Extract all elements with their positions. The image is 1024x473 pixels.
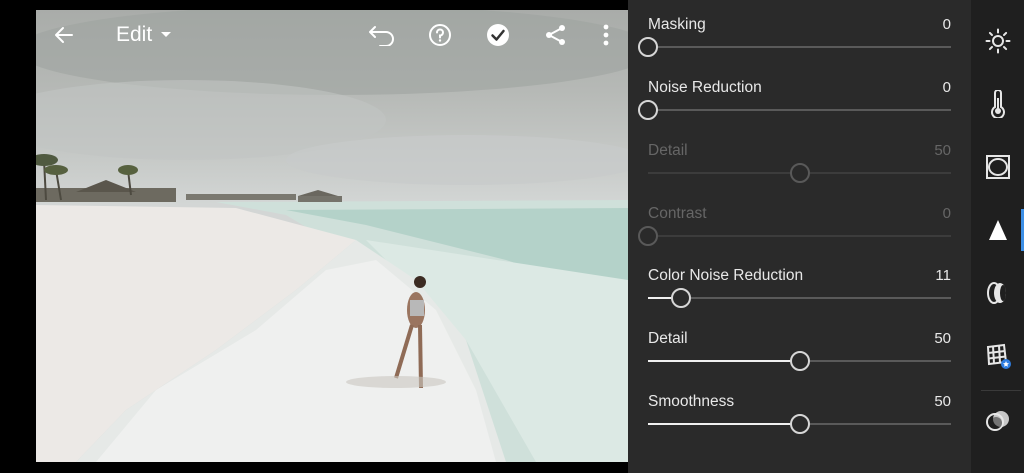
slider-track[interactable] (648, 235, 951, 237)
slider-track[interactable] (648, 297, 951, 299)
slider-row-luminance-detail: Detail 50 (648, 137, 951, 197)
slider-row-masking: Masking 0 (638, 11, 951, 71)
slider-fill (648, 360, 800, 362)
slider-label: Detail (648, 330, 688, 347)
done-button[interactable] (483, 20, 513, 50)
slider-row-noise-reduction: Noise Reduction 0 (638, 74, 951, 134)
slider-value: 11 (935, 267, 951, 284)
slider-knob[interactable] (638, 37, 658, 57)
color-icon (990, 90, 1005, 118)
chevron-down-icon (161, 32, 172, 37)
slider-row-color-detail: Detail 50 (648, 325, 951, 385)
slider-knob[interactable] (790, 163, 810, 183)
slider-row-smoothness: Smoothness 50 (648, 388, 951, 448)
slider-knob[interactable] (671, 288, 691, 308)
photo-canvas[interactable] (36, 10, 628, 462)
effects-icon (985, 155, 1010, 179)
help-icon (429, 24, 451, 46)
undo-button[interactable] (367, 20, 397, 50)
more-icon (603, 24, 609, 46)
detail-panel: Masking 0 Noise Reduction 0 Detail 50 Co… (628, 0, 971, 473)
slider-value: 50 (934, 142, 951, 159)
help-button[interactable] (425, 20, 455, 50)
slider-knob[interactable] (638, 100, 658, 120)
slider-value: 0 (942, 205, 951, 222)
more-options-button[interactable] (591, 20, 621, 50)
slider-label: Color Noise Reduction (648, 267, 804, 284)
slider-knob[interactable] (790, 351, 810, 371)
share-icon (546, 25, 565, 45)
top-toolbar: Edit (36, 10, 628, 60)
rail-optics-button[interactable] (971, 271, 1024, 315)
edit-tools-rail (971, 0, 1024, 473)
slider-value: 50 (934, 330, 951, 347)
checkmark-icon (487, 24, 509, 46)
rail-detail-button[interactable] (971, 208, 1024, 252)
rail-effects-button[interactable] (971, 145, 1024, 189)
slider-knob[interactable] (638, 226, 658, 246)
edit-mode-label: Edit (116, 23, 153, 46)
undo-icon (369, 26, 394, 46)
slider-fill (648, 423, 800, 425)
rail-light-button[interactable] (971, 19, 1024, 63)
geometry-icon (986, 343, 1011, 369)
rail-geometry-button[interactable] (971, 334, 1024, 378)
slider-label: Smoothness (648, 393, 735, 410)
detail-icon (988, 220, 1007, 240)
rail-divider (981, 390, 1021, 391)
back-arrow-icon (55, 27, 73, 43)
edit-mode-dropdown[interactable]: Edit (116, 22, 172, 48)
slider-value: 50 (934, 393, 951, 410)
slider-label: Noise Reduction (648, 79, 762, 96)
slider-label: Masking (648, 16, 706, 33)
optics-icon (986, 282, 1006, 304)
back-button[interactable] (49, 20, 79, 50)
slider-label: Contrast (648, 205, 707, 222)
slider-label: Detail (648, 142, 688, 159)
slider-track[interactable] (648, 46, 951, 48)
presets-icon (985, 411, 1009, 431)
slider-track[interactable] (648, 109, 951, 111)
slider-knob[interactable] (790, 414, 810, 434)
rail-color-button[interactable] (971, 82, 1024, 126)
share-button[interactable] (541, 20, 571, 50)
rail-presets-button[interactable] (971, 399, 1024, 443)
slider-value: 0 (942, 79, 951, 96)
slider-row-contrast: Contrast 0 (638, 200, 951, 260)
slider-value: 0 (942, 16, 951, 33)
beach-photo (36, 10, 628, 462)
light-icon (985, 28, 1010, 54)
slider-row-color-noise-reduction: Color Noise Reduction 11 (648, 262, 951, 322)
